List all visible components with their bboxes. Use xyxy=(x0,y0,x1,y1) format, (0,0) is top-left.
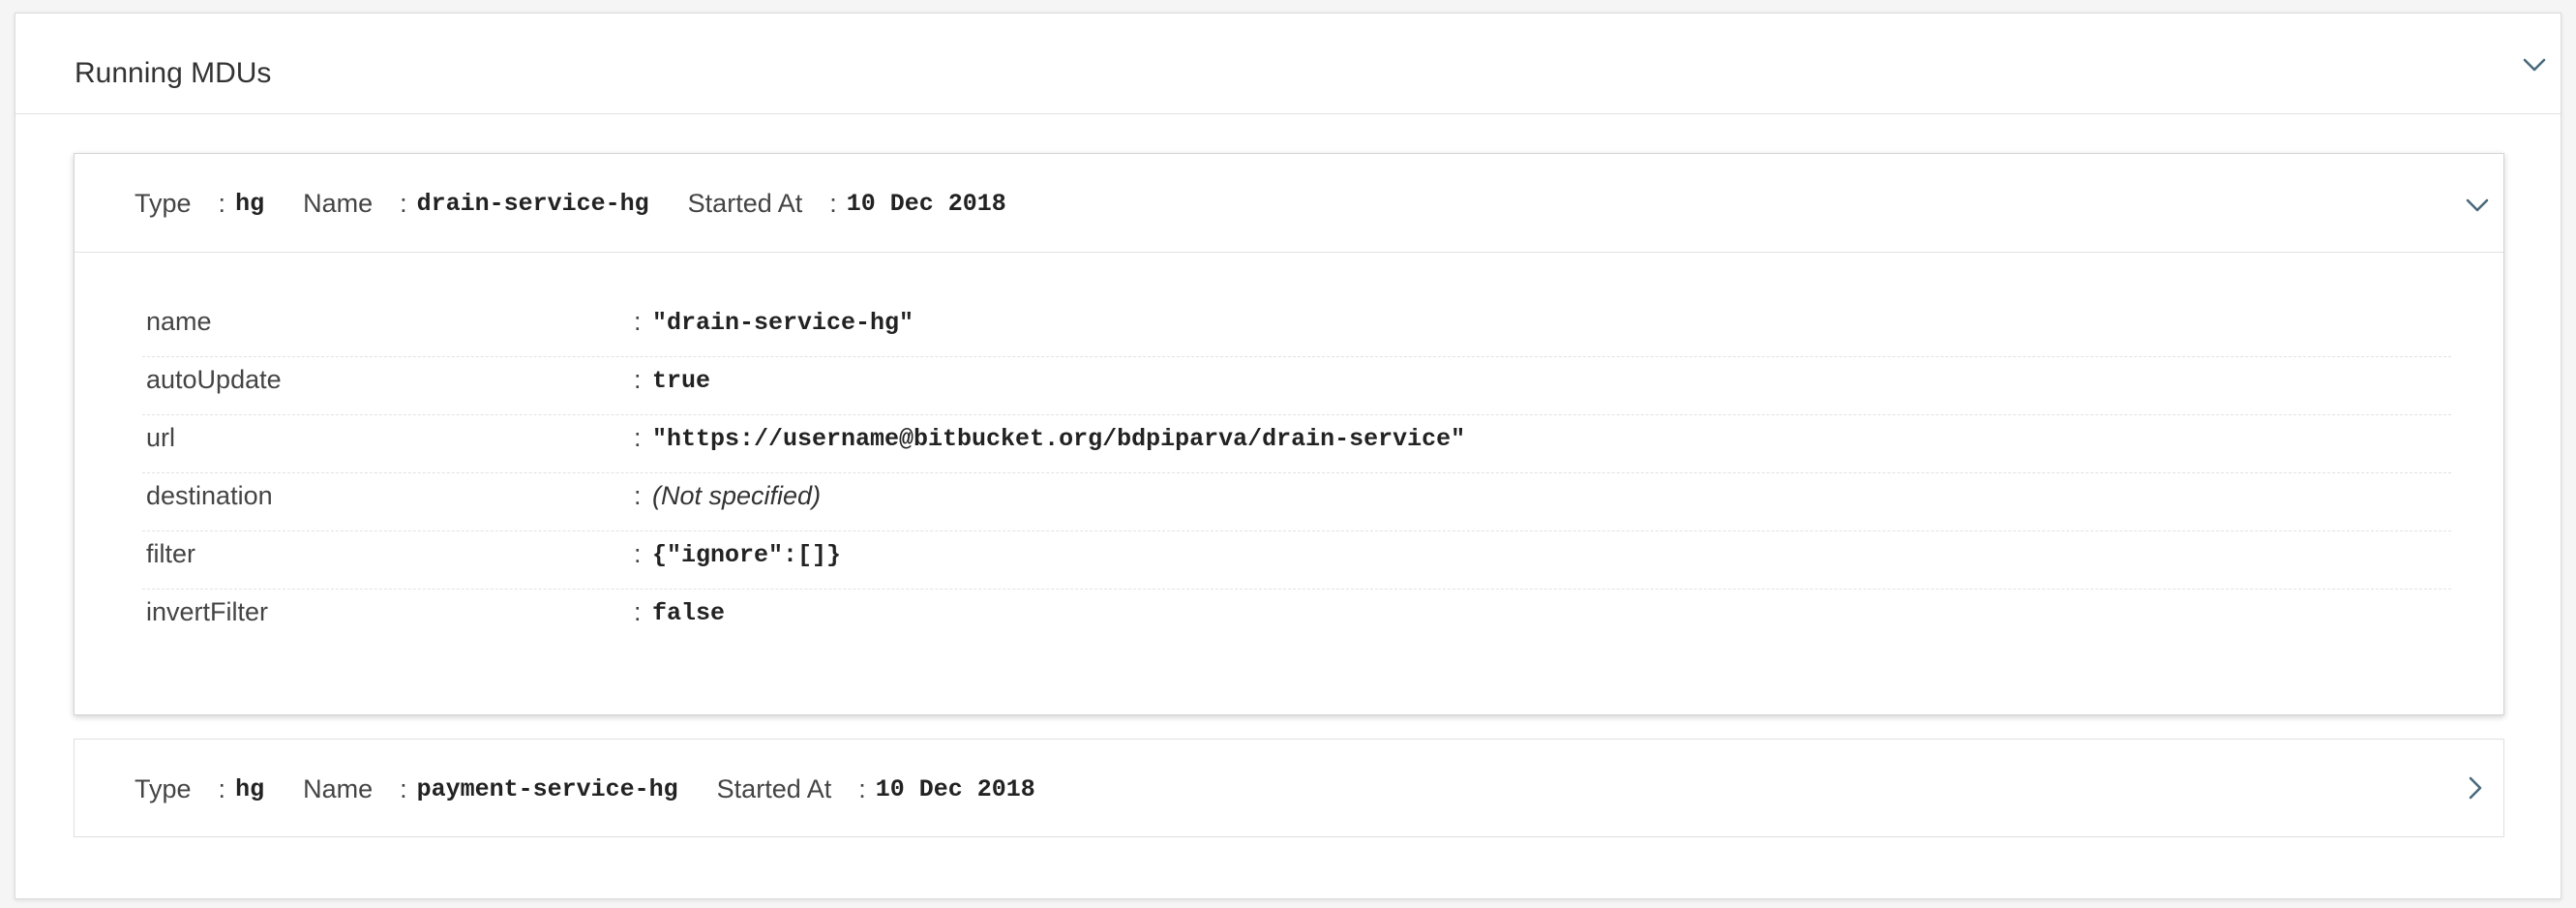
mdu-summary: Type : hg Name : drain-service-hg Starte… xyxy=(135,154,1045,253)
separator: : xyxy=(634,423,642,452)
property-row: url : "https://username@bitbucket.org/bd… xyxy=(142,415,2451,473)
name-label: Name xyxy=(303,188,374,218)
property-row: autoUpdate : true xyxy=(142,357,2451,415)
separator: : xyxy=(400,773,407,803)
started-label: Started At xyxy=(687,188,803,218)
separator: : xyxy=(218,773,226,803)
property-value: "drain-service-hg" xyxy=(652,309,914,337)
property-value: true xyxy=(652,367,711,395)
mdu-card-payment-service[interactable]: Type : hg Name : payment-service-hg Star… xyxy=(74,739,2504,837)
property-row: name : "drain-service-hg" xyxy=(142,299,2451,357)
separator: : xyxy=(634,307,642,336)
started-value: 10 Dec 2018 xyxy=(846,189,1006,218)
property-key: invertFilter xyxy=(146,597,269,626)
property-value-unspecified: (Not specified) xyxy=(652,481,822,510)
separator: : xyxy=(858,773,866,803)
panel-header[interactable]: Running MDUs xyxy=(15,14,2561,114)
started-label: Started At xyxy=(716,773,832,803)
property-value: {"ignore":[]} xyxy=(652,541,842,569)
mdu-header[interactable]: Type : hg Name : payment-service-hg Star… xyxy=(75,740,2503,838)
panel-title: Running MDUs xyxy=(75,57,272,89)
property-row: invertFilter : false xyxy=(142,590,2451,648)
chevron-right-icon[interactable] xyxy=(2463,775,2488,801)
mdu-summary: Type : hg Name : payment-service-hg Star… xyxy=(135,740,1074,838)
type-value: hg xyxy=(235,189,265,218)
name-label: Name xyxy=(303,773,374,803)
separator: : xyxy=(218,188,226,218)
property-row: destination : (Not specified) xyxy=(142,473,2451,531)
type-label: Type xyxy=(135,188,192,218)
property-value: "https://username@bitbucket.org/bdpiparv… xyxy=(652,425,1466,453)
chevron-down-icon[interactable] xyxy=(2465,193,2490,218)
property-key: destination xyxy=(146,481,273,510)
property-key: filter xyxy=(146,539,196,568)
property-key: autoUpdate xyxy=(146,365,282,394)
type-value: hg xyxy=(235,774,265,803)
mdu-card-drain-service: Type : hg Name : drain-service-hg Starte… xyxy=(74,153,2504,715)
property-key: url xyxy=(146,423,176,452)
property-key: name xyxy=(146,307,212,336)
type-label: Type xyxy=(135,773,192,803)
separator: : xyxy=(634,539,642,568)
mdu-properties: name : "drain-service-hg" autoUpdate : t… xyxy=(142,299,2451,648)
separator: : xyxy=(634,597,642,626)
separator: : xyxy=(400,188,407,218)
chevron-down-icon[interactable] xyxy=(2522,52,2547,77)
started-value: 10 Dec 2018 xyxy=(875,774,1035,803)
separator: : xyxy=(634,481,642,510)
separator: : xyxy=(634,365,642,394)
name-value: drain-service-hg xyxy=(416,189,649,218)
name-value: payment-service-hg xyxy=(416,774,678,803)
property-value: false xyxy=(652,599,726,627)
running-mdus-panel: Running MDUs Type : hg Name : drain-serv… xyxy=(15,13,2561,899)
property-row: filter : {"ignore":[]} xyxy=(142,531,2451,590)
mdu-header[interactable]: Type : hg Name : drain-service-hg Starte… xyxy=(75,154,2503,253)
separator: : xyxy=(829,188,837,218)
